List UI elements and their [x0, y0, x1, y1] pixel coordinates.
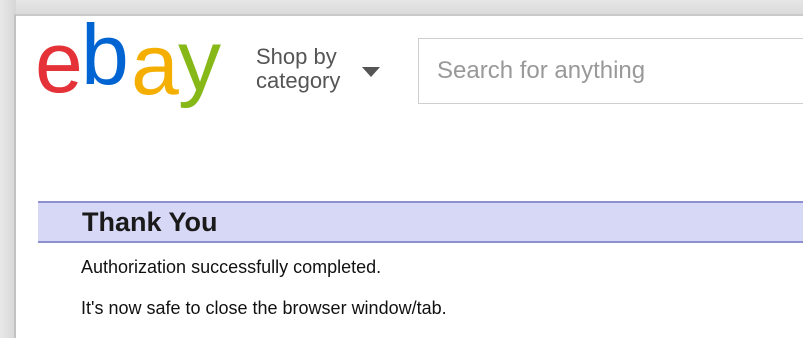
- close-window-message: It's now safe to close the browser windo…: [81, 298, 447, 318]
- logo-letter-y: y: [178, 22, 221, 109]
- logo-letter-e: e: [35, 22, 80, 111]
- browser-page: e b a y Shop by category Thank You Autho…: [0, 0, 803, 338]
- ebay-logo[interactable]: e b a y: [35, 22, 245, 114]
- thank-you-banner: Thank You: [38, 201, 803, 243]
- logo-letter-a: a: [131, 22, 179, 113]
- shop-by-category-button[interactable]: Shop by category: [256, 45, 386, 101]
- window-left-edge: [14, 14, 16, 338]
- authorization-message: Authorization successfully completed.: [81, 257, 382, 277]
- window-top-edge: [14, 14, 803, 16]
- chevron-down-icon: [362, 67, 380, 77]
- page-title: Thank You: [82, 207, 218, 237]
- logo-letter-b: b: [81, 22, 126, 103]
- shop-by-category-label: Shop by category: [256, 44, 341, 93]
- search-input[interactable]: [418, 38, 803, 104]
